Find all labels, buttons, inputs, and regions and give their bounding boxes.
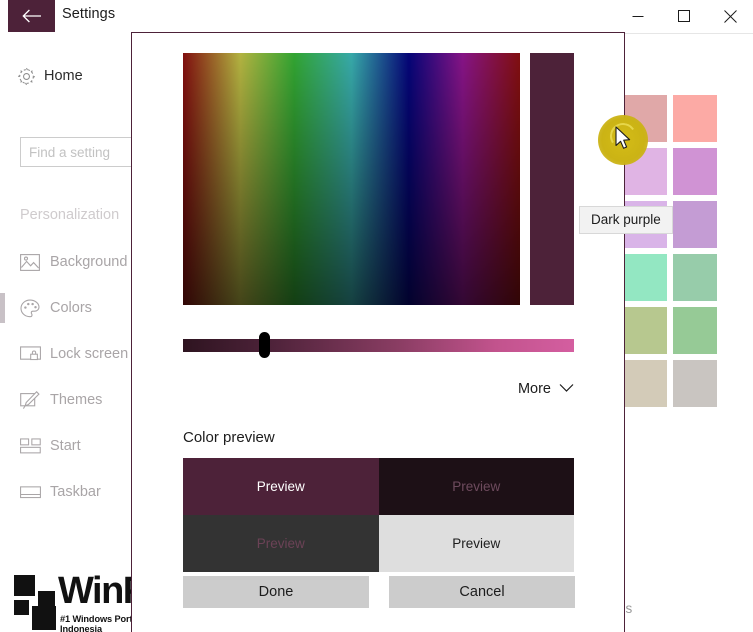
sidebar-item-label: Taskbar (50, 484, 101, 500)
minimize-icon (632, 10, 644, 22)
preview-cell-label: Preview (452, 479, 501, 494)
sidebar-item-home[interactable]: Home (8, 58, 133, 94)
color-swatch[interactable] (623, 307, 667, 354)
slider-track[interactable] (183, 339, 574, 352)
sidebar-item-colors[interactable]: Colors (0, 285, 133, 331)
color-swatch[interactable] (673, 95, 717, 142)
settings-window: Settings Home Find a setting Personaliza… (0, 0, 753, 632)
close-button[interactable] (707, 0, 753, 32)
picked-color-preview-strip (530, 53, 574, 305)
selection-indicator (0, 293, 5, 323)
color-name-tooltip: Dark purple (579, 206, 673, 234)
window-title: Settings (62, 6, 116, 22)
color-swatch[interactable] (673, 148, 717, 195)
color-preview-title: Color preview (183, 429, 275, 446)
sidebar-item-themes[interactable]: Themes (0, 377, 133, 423)
sidebar-group-header: Personalization (20, 207, 120, 223)
back-arrow-icon (21, 9, 42, 23)
logo-square (14, 600, 29, 615)
sidebar-item-label: Start (50, 438, 81, 454)
sidebar-home-label: Home (44, 68, 83, 84)
logo-square (32, 606, 56, 630)
sidebar-item-label: Colors (50, 300, 92, 316)
chevron-down-icon (559, 380, 574, 398)
sidebar-item-background[interactable]: Background (0, 239, 133, 285)
more-button[interactable]: More (132, 380, 574, 398)
hue-saturation-gradient[interactable] (183, 53, 520, 305)
logo-square (14, 575, 35, 596)
back-button[interactable] (8, 0, 55, 32)
sidebar-item-taskbar[interactable]: Taskbar (0, 469, 133, 515)
color-swatch[interactable] (673, 307, 717, 354)
color-gradient-field[interactable] (183, 53, 520, 305)
minimize-button[interactable] (615, 0, 661, 32)
preview-cell-label: Preview (256, 536, 305, 551)
search-input[interactable] (21, 138, 149, 166)
mouse-cursor-icon (615, 126, 633, 157)
preview-cell-label: Preview (256, 479, 305, 494)
gear-icon (8, 67, 44, 86)
themes-brush-icon (20, 390, 50, 410)
done-button[interactable]: Done (183, 576, 369, 608)
close-icon (723, 9, 737, 23)
custom-color-dialog: Dark purple More Color preview Preview P… (131, 32, 673, 632)
title-bar: Settings (0, 0, 753, 34)
color-swatch[interactable] (673, 254, 717, 301)
sidebar-item-lock-screen[interactable]: Lock screen (0, 331, 133, 377)
color-preview-grid: Preview Preview Preview Preview (183, 458, 574, 572)
dialog-button-row: Done Cancel (183, 576, 626, 608)
palette-icon (20, 298, 50, 318)
preview-cell-accent-on-gray: Preview (183, 515, 379, 572)
preview-cell-accent-light: Preview (183, 458, 379, 515)
start-tiles-icon (20, 436, 50, 456)
sidebar: Home Personalization Background (0, 33, 150, 632)
swatch-row (623, 254, 753, 301)
lock-screen-icon (20, 344, 50, 364)
cancel-button[interactable]: Cancel (389, 576, 575, 608)
brightness-slider[interactable] (183, 330, 574, 360)
sidebar-item-label: Background (50, 254, 128, 270)
preview-cell-label: Preview (452, 536, 501, 551)
color-swatch[interactable] (623, 254, 667, 301)
slider-thumb[interactable] (259, 332, 270, 358)
sidebar-item-start[interactable]: Start (0, 423, 133, 469)
sidebar-item-label: Themes (50, 392, 103, 408)
sidebar-nav-list: Background Colors Lock screen Themes Sta… (0, 239, 133, 515)
color-swatch[interactable] (623, 360, 667, 407)
color-swatch[interactable] (673, 201, 717, 248)
image-icon (20, 252, 50, 272)
sidebar-item-label: Lock screen (50, 346, 129, 362)
preview-cell-light: Preview (378, 515, 574, 572)
more-label: More (517, 381, 551, 397)
taskbar-icon (20, 482, 50, 502)
color-swatch[interactable] (673, 360, 717, 407)
swatch-row (623, 360, 753, 407)
preview-cell-dark-on-dark: Preview (378, 458, 574, 515)
maximize-button[interactable] (661, 0, 707, 32)
maximize-icon (678, 10, 690, 22)
swatch-row (623, 307, 753, 354)
